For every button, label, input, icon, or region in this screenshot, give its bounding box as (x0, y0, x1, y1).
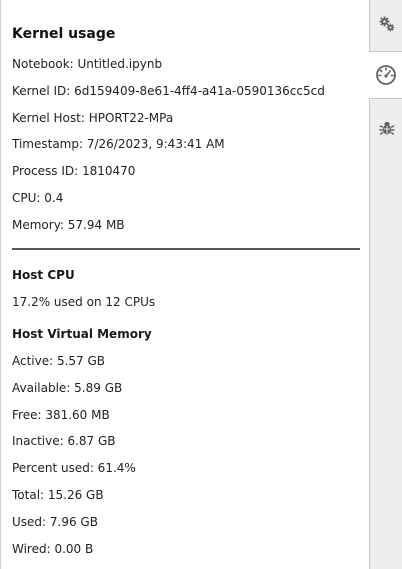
cpu-info: CPU: 0.4 (12, 191, 64, 205)
section-divider (12, 248, 360, 250)
timestamp-info: Timestamp: 7/26/2023, 9:43:41 AM (12, 137, 225, 151)
tab-debugger[interactable] (370, 104, 402, 152)
right-sidebar (369, 0, 402, 569)
vm-active: Active: 5.57 GB (12, 354, 106, 368)
panel-title: Kernel usage (12, 26, 116, 42)
vm-inactive: Inactive: 6.87 GB (12, 434, 116, 448)
vm-total: Total: 15.26 GB (12, 488, 104, 502)
process-id-info: Process ID: 1810470 (12, 164, 136, 178)
vm-used: Used: 7.96 GB (12, 515, 98, 529)
bug-icon (378, 120, 395, 136)
vm-free: Free: 381.60 MB (12, 408, 110, 422)
host-cpu-usage: 17.2% used on 12 CPUs (12, 295, 156, 309)
kernel-host-info: Kernel Host: HPORT22-MPa (12, 111, 174, 125)
host-cpu-heading: Host CPU (12, 268, 75, 282)
kernel-id-info: Kernel ID: 6d159409-8e61-4ff4-a41a-05901… (12, 84, 325, 98)
memory-info: Memory: 57.94 MB (12, 218, 125, 232)
vm-available: Available: 5.89 GB (12, 381, 123, 395)
kernel-usage-panel: Kernel usage Notebook: Untitled.ipynb Ke… (0, 0, 369, 569)
tab-kernel-usage[interactable] (369, 51, 402, 99)
host-virtual-memory-heading: Host Virtual Memory (12, 327, 152, 341)
notebook-info: Notebook: Untitled.ipynb (12, 57, 163, 71)
tab-property-inspector[interactable] (370, 0, 402, 48)
vm-percent-used: Percent used: 61.4% (12, 461, 136, 475)
gauge-icon (375, 64, 397, 86)
vm-wired: Wired: 0.00 B (12, 542, 94, 556)
gears-icon (378, 15, 396, 33)
